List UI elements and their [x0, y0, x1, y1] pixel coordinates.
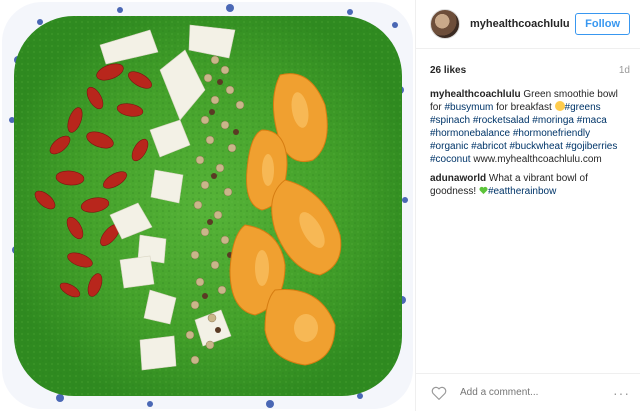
comments-list: myhealthcoachlulu Green smoothie bowl fo… — [416, 76, 640, 198]
post-sidebar: myhealthcoachlulu Follow 26 likes 1d myh… — [415, 0, 640, 411]
heart-icon[interactable] — [430, 384, 448, 402]
more-options-icon[interactable]: ··· — [613, 385, 630, 401]
comment-username[interactable]: adunaworld — [430, 173, 486, 184]
likes-count[interactable]: 26 likes — [430, 65, 466, 76]
avatar[interactable] — [430, 9, 460, 39]
header-username[interactable]: myhealthcoachlulu — [470, 18, 575, 30]
hashtag-moringa[interactable]: #moringa — [532, 115, 574, 126]
hashtag-gojiberries[interactable]: #gojiberries — [566, 141, 618, 152]
hashtag-eattherainbow[interactable]: #eattherainbow — [488, 186, 556, 197]
comment: adunaworld What a vibrant bowl of goodne… — [430, 172, 630, 198]
caption-username[interactable]: myhealthcoachlulu — [430, 89, 521, 100]
hashtag-greens[interactable]: #greens — [565, 102, 601, 113]
hashtag-coconut[interactable]: #coconut — [430, 154, 471, 165]
hashtag-maca[interactable]: #maca — [577, 115, 607, 126]
hashtag-rocketsalad[interactable]: #rocketsalad — [473, 115, 530, 126]
caption-url: www.myhealthcoachlulu.com — [473, 154, 602, 165]
green-heart-emoji-icon — [479, 186, 488, 195]
caption: myhealthcoachlulu Green smoothie bowl fo… — [430, 88, 630, 166]
hashtag-abricot[interactable]: #abricot — [471, 141, 507, 152]
add-comment-input[interactable] — [458, 386, 613, 399]
post-meta: 26 likes 1d — [416, 49, 640, 76]
hashtag-hormonebalance[interactable]: #hormonebalance — [430, 128, 510, 139]
smoothie-bowl-image — [0, 0, 415, 411]
hashtag-organic[interactable]: #organic — [430, 141, 468, 152]
post-photo[interactable] — [0, 0, 415, 411]
caption-text-2: for breakfast — [496, 102, 552, 113]
hashtag-busymum[interactable]: #busymum — [444, 102, 493, 113]
post-time[interactable]: 1d — [619, 65, 630, 76]
comment-bar: ··· — [416, 373, 640, 411]
instagram-post: myhealthcoachlulu Follow 26 likes 1d myh… — [0, 0, 640, 411]
hashtag-hormonefriendly[interactable]: #hormonefriendly — [513, 128, 590, 139]
post-header: myhealthcoachlulu Follow — [416, 0, 640, 49]
hashtag-spinach[interactable]: #spinach — [430, 115, 470, 126]
hashtag-buckwheat[interactable]: #buckwheat — [510, 141, 563, 152]
smiling-heart-eyes-emoji-icon — [554, 101, 565, 111]
follow-button[interactable]: Follow — [575, 13, 630, 35]
